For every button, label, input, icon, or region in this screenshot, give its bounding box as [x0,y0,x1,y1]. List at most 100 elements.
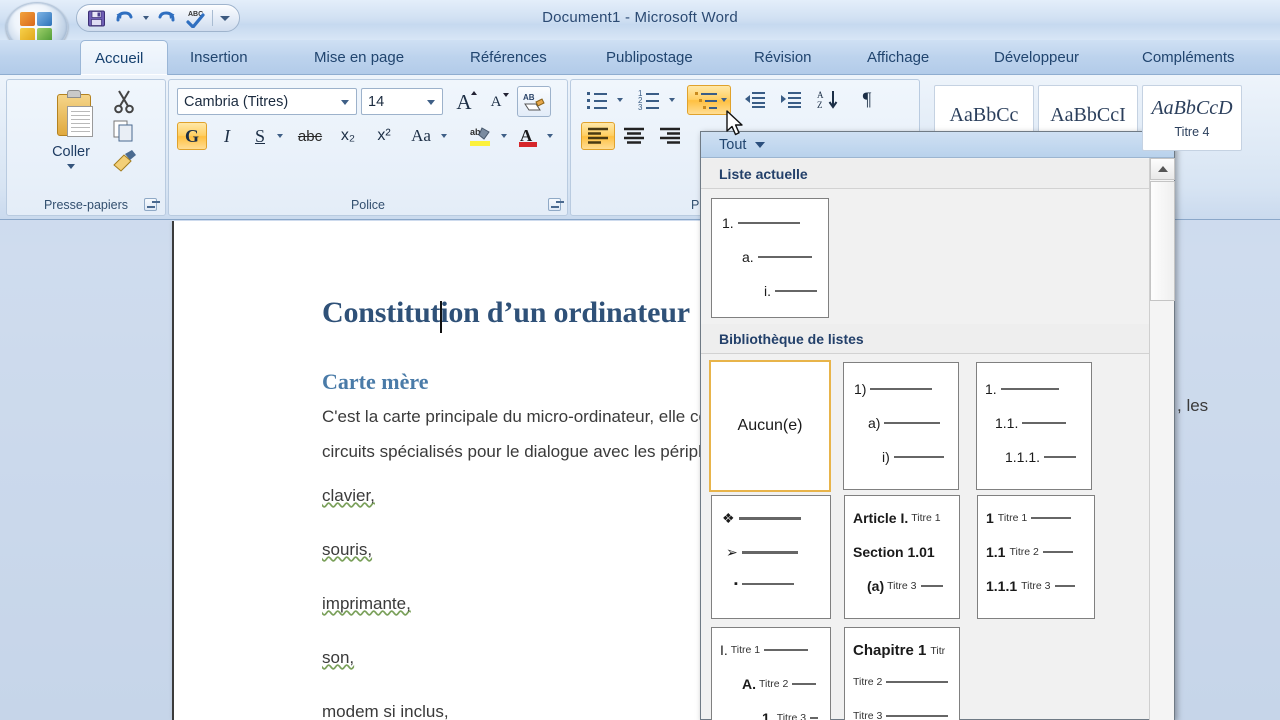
svg-text:A: A [817,90,824,100]
grow-font-button[interactable]: A [449,88,479,116]
chevron-down-icon[interactable] [755,141,766,148]
tab-revision[interactable]: Révision [740,40,826,75]
chevron-down-icon[interactable] [427,100,435,105]
underline-button[interactable]: S [247,122,273,150]
change-case-label: Aa [411,126,431,145]
font-size-combo[interactable]: 14 [361,88,443,115]
gallery-item-4[interactable]: ❖ ➢ ▪ [711,495,831,619]
list-number: 1.1. [995,415,1019,431]
tab-publipostage[interactable]: Publipostage [592,40,707,75]
superscript-label: x² [377,127,391,144]
italic-button[interactable]: I [213,122,241,150]
bullets-icon[interactable] [581,86,613,114]
copy-icon[interactable] [111,118,141,146]
list-number: 1 [986,510,994,526]
gallery-item-8[interactable]: Chapitre 1 Titr Titre 2 Titre 3 [844,627,960,720]
list-number: 1.1.1. [1005,449,1041,465]
multilevel-list-icon[interactable] [687,85,731,115]
ribbon-tab-strip: Accueil Insertion Mise en page Référence… [0,40,1280,75]
change-case-dropdown-icon[interactable] [437,122,451,150]
tab-accueil[interactable]: Accueil [80,40,168,75]
gallery-item-5[interactable]: Article I. Titre 1 Section 1.01 (a) Titr… [844,495,960,619]
tab-affichage[interactable]: Affichage [853,40,943,75]
font-dialog-launcher[interactable] [548,198,561,211]
list-title: Titre 2 [853,676,883,688]
subscript-label: x₂ [340,127,356,144]
list-number: 1. [985,381,997,397]
list-bullet: ➢ [726,544,738,560]
align-center-icon[interactable] [617,122,651,150]
list-number: 1. [722,215,734,231]
paste-button[interactable]: Coller [31,86,111,190]
tab-developpeur[interactable]: Développeur [980,40,1093,75]
style-name: Titre 4 [1174,125,1210,139]
document-right-fragment: , les [1177,396,1209,415]
gallery-item-6[interactable]: 1 Titre 1 1.1 Titre 2 1.1.1 Titre 3 [977,495,1095,619]
current-list-preview[interactable]: 1. a. i. [711,198,829,318]
subscript-button[interactable]: x₂ [333,122,363,150]
tab-mise-en-page[interactable]: Mise en page [300,40,418,75]
highlight-dropdown-icon[interactable] [497,122,510,150]
highlight-color-button[interactable]: ab [465,122,497,150]
list-title: Titre 2 [759,678,789,690]
gallery-item-none-label: Aucun(e) [737,417,803,434]
shrink-font-button[interactable]: A [481,88,511,116]
clear-formatting-icon[interactable]: AB [517,86,551,117]
style-card-3[interactable]: AaBbCcD Titre 4 [1142,85,1242,151]
chevron-down-icon[interactable] [341,100,349,105]
font-color-button[interactable]: A [513,122,543,150]
preview-row: 1. [722,215,800,231]
show-marks-icon[interactable]: ¶ [851,86,883,114]
document-list-item-4: son, [322,648,355,667]
sort-icon[interactable]: A Z [813,86,845,114]
format-painter-icon[interactable] [111,148,141,176]
list-gallery-header[interactable]: Tout [701,132,1174,158]
bold-label: G [184,125,199,146]
list-title: Titre 3 [1021,580,1051,592]
italic-label: I [224,125,230,146]
gallery-item-3[interactable]: 1. 1.1. 1.1.1. [976,362,1092,490]
bullets-dropdown-icon[interactable] [613,86,627,114]
group-clipboard: Coller Presse-papiers [6,79,166,216]
list-title: Titre 3 [887,580,917,592]
bold-button[interactable]: G [177,122,207,150]
document-list-item-5: modem si inclus, [322,702,449,720]
list-title: Titre 3 [853,710,883,720]
align-left-icon[interactable] [581,122,615,150]
scroll-up-button[interactable] [1150,158,1175,180]
list-title: Titre 3 [776,712,807,720]
gallery-item-none[interactable]: Aucun(e) [709,360,831,492]
list-number: 1.1.1 [986,578,1018,594]
font-color-dropdown-icon[interactable] [543,122,556,150]
strikethrough-button[interactable]: abc [293,122,327,150]
change-case-button[interactable]: Aa [405,122,437,150]
multilevel-list-gallery[interactable]: Tout Liste actuelle 1. a. i. Bibliothèqu… [700,131,1175,720]
numbering-dropdown-icon[interactable] [665,86,679,114]
increase-indent-icon[interactable] [775,86,807,114]
gallery-item-2[interactable]: 1) a) i) [843,362,959,490]
gallery-item-7[interactable]: I. Titre 1 A. Titre 2 1. Titre 3 [711,627,831,720]
clipboard-dialog-launcher[interactable] [144,198,157,211]
list-title: Titre 1 [911,512,941,524]
scrollbar-thumb[interactable] [1150,181,1175,301]
underline-label: S [254,125,265,146]
strikethrough-label: abc [297,127,323,145]
gallery-scrollbar[interactable] [1149,158,1175,720]
list-number: A. [742,676,756,692]
underline-dropdown-icon[interactable] [273,122,287,150]
tab-references[interactable]: Références [456,40,561,75]
superscript-button[interactable]: x² [369,122,399,150]
align-right-icon[interactable] [653,122,687,150]
tab-insertion[interactable]: Insertion [176,40,262,75]
group-label-font: Police [350,198,386,212]
numbering-icon[interactable]: 1 2 3 [633,86,665,114]
font-name-value: Cambria (Titres) [184,93,289,110]
list-number: I. [720,642,728,658]
tab-complements[interactable]: Compléments [1128,40,1249,75]
paste-dropdown-icon[interactable] [67,164,75,169]
font-name-combo[interactable]: Cambria (Titres) [177,88,357,115]
section-header-current-list: Liste actuelle [701,159,1149,189]
document-title: Constitution d’un ordinateur [322,296,690,329]
list-title: Titr [930,644,946,657]
cut-icon[interactable] [111,88,141,116]
